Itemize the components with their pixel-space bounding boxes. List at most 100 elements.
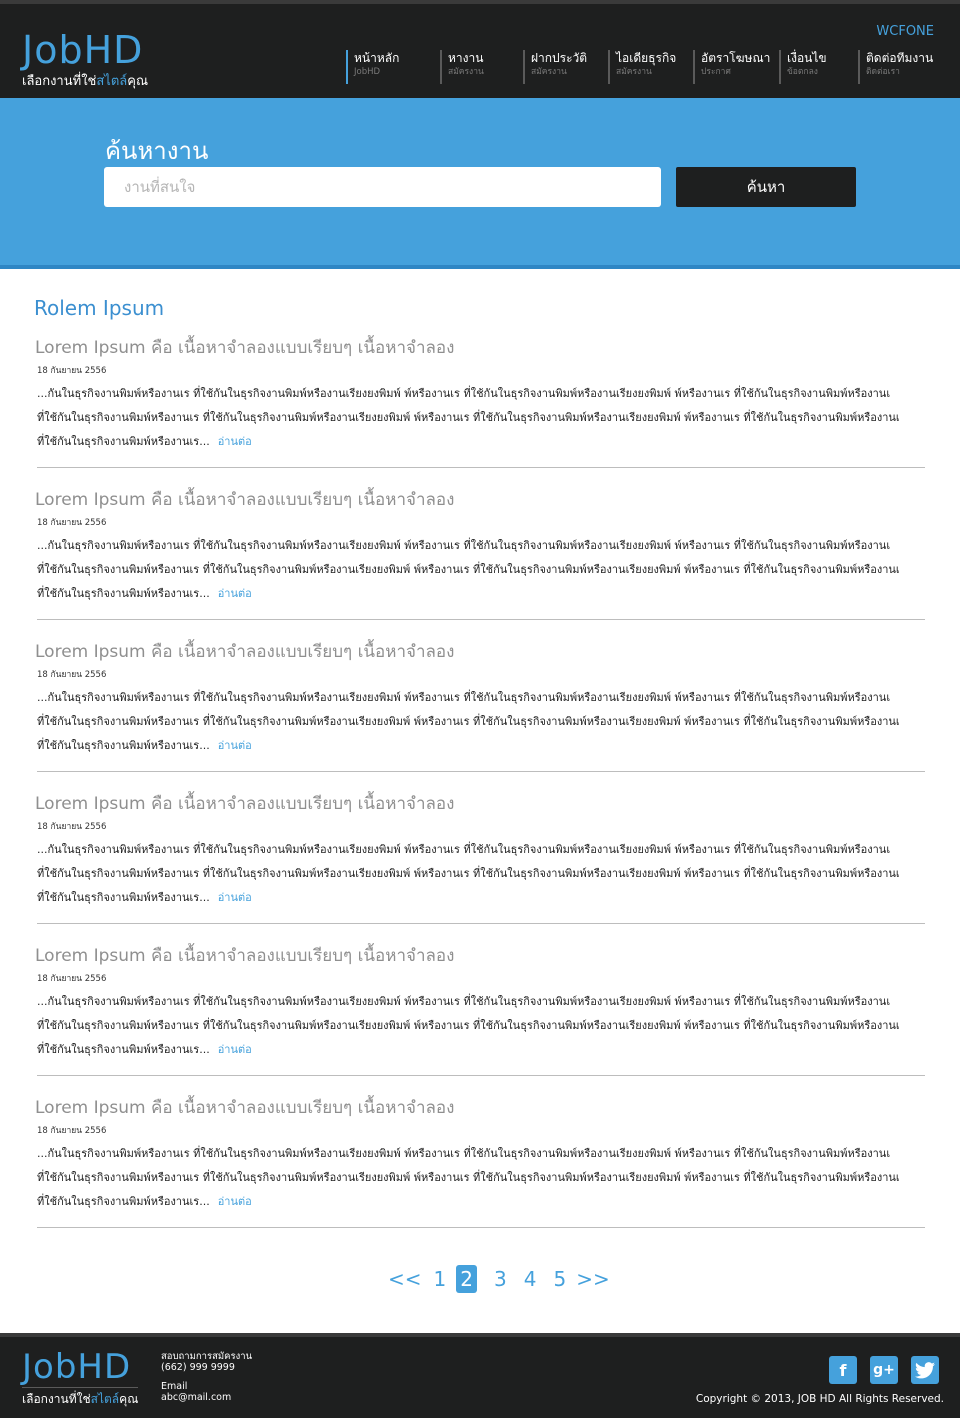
article-excerpt: ...กันในธุรกิจงานพิมพ์หรืองานเร ที่ใช้กั… [37,838,924,910]
nav-item-contact[interactable]: ติดต่อทีมงาน ติดต่อเรา [858,50,933,84]
article-date: 18 กันยายน 2556 [37,822,107,832]
read-more-link[interactable]: อ่านต่อ [218,1195,252,1208]
article-title[interactable]: Lorem Ipsum คือ เนื้อหาจำลองแบบเรียบๆ เน… [35,638,454,665]
read-more-link[interactable]: อ่านต่อ [218,739,252,752]
nav-item-find-jobs[interactable]: หางาน สมัครงาน [440,50,484,84]
excerpt-end: ที่ใช้กันในธุรกิจงานพิมพ์หรืองานเร... [37,435,210,448]
social-links: f g+ [829,1356,939,1384]
copyright: Copyright © 2013, JOB HD All Rights Rese… [695,1393,944,1405]
brand[interactable]: JobHD เลือกงานที่ใช่สไตล์คุณ [22,30,148,91]
logo[interactable]: JobHD [22,30,148,70]
page-2-current[interactable]: 2 [456,1265,477,1293]
footer-logo[interactable]: JobHD [22,1349,138,1385]
page-prev[interactable]: << [388,1265,422,1293]
article-date: 18 กันยายน 2556 [37,366,107,376]
excerpt-line-last: ที่ใช้กันในธุรกิจงานพิมพ์หรืองานเร... อ่า… [37,582,924,606]
tagline-start: เลือกงานที่ใช่ [22,1392,91,1406]
nav-sublabel: ติดต่อเรา [866,67,900,77]
excerpt-end: ที่ใช้กันในธุรกิจงานพิมพ์หรืองานเร... [37,1043,210,1056]
article-item: Lorem Ipsum คือ เนื้อหาจำลองแบบเรียบๆ เน… [35,790,925,924]
contact-phone: (662) 999 9999 [161,1362,235,1373]
footer-contact: สอบถามการสมัครงาน (662) 999 9999 Email a… [161,1351,252,1403]
twitter-icon[interactable] [911,1356,939,1384]
tagline-end: คุณ [119,1392,139,1406]
nav-label: เงื่อนไข [787,51,827,65]
read-more-link[interactable]: อ่านต่อ [218,587,252,600]
read-more-link[interactable]: อ่านต่อ [218,891,252,904]
tagline-end: คุณ [127,74,149,89]
excerpt-end: ที่ใช้กันในธุรกิจงานพิมพ์หรืองานเร... [37,1195,210,1208]
page-3[interactable]: 3 [494,1265,507,1293]
nav-item-terms[interactable]: เงื่อนไข ข้อตกลง [779,50,827,84]
contact-email[interactable]: abc@mail.com [161,1392,252,1403]
footer-tagline: เลือกงานที่ใช่สไตล์คุณ [22,1387,139,1409]
article-item: Lorem Ipsum คือ เนื้อหาจำลองแบบเรียบๆ เน… [35,942,925,1076]
excerpt-end: ที่ใช้กันในธุรกิจงานพิมพ์หรืองานเร... [37,739,210,752]
nav-item-resume[interactable]: ฝากประวัติ สมัครงาน [523,50,587,84]
google-plus-icon[interactable]: g+ [870,1356,898,1384]
search-button[interactable]: ค้นหา [676,167,856,207]
footer-brand[interactable]: JobHD เลือกงานที่ใช่สไตล์คุณ [22,1349,139,1409]
article-title[interactable]: Lorem Ipsum คือ เนื้อหาจำลองแบบเรียบๆ เน… [35,790,454,817]
article-excerpt: ...กันในธุรกิจงานพิมพ์หรืองานเร ที่ใช้กั… [37,382,924,454]
facebook-icon[interactable]: f [829,1356,857,1384]
tagline-start: เลือกงานที่ใช่ [22,74,97,89]
article-date: 18 กันยายน 2556 [37,1126,107,1136]
contact-email-label: Email [161,1381,188,1392]
search-title: ค้นหางาน [105,137,209,165]
nav-sublabel: สมัครงาน [531,67,567,77]
article-item: Lorem Ipsum คือ เนื้อหาจำลองแบบเรียบๆ เน… [35,638,925,772]
article-item: Lorem Ipsum คือ เนื้อหาจำลองแบบเรียบๆ เน… [35,486,925,620]
nav-sublabel: สมัครงาน [448,67,484,77]
nav-sublabel: ประกาศ [701,67,731,77]
nav-item-home[interactable]: หน้าหลัก JobHD [346,50,399,84]
page-1[interactable]: 1 [434,1265,447,1293]
excerpt-line: ที่ใช้กันในธุรกิจงานพิมพ์หรืองานเร ที่ใช… [37,1171,900,1184]
article-title[interactable]: Lorem Ipsum คือ เนื้อหาจำลองแบบเรียบๆ เน… [35,486,454,513]
article-excerpt: ...กันในธุรกิจงานพิมพ์หรืองานเร ที่ใช้กั… [37,534,924,606]
search-band-border [0,265,960,269]
read-more-link[interactable]: อ่านต่อ [218,1043,252,1056]
contact-title: สอบถามการสมัครงาน [161,1351,253,1362]
excerpt-line-last: ที่ใช้กันในธุรกิจงานพิมพ์หรืองานเร... อ่า… [37,1038,924,1062]
excerpt-end: ที่ใช้กันในธุรกิจงานพิมพ์หรืองานเร... [37,891,210,904]
excerpt-line: ...กันในธุรกิจงานพิมพ์หรืองานเร ที่ใช้กั… [37,995,891,1008]
article-date: 18 กันยายน 2556 [37,518,107,528]
article-title[interactable]: Lorem Ipsum คือ เนื้อหาจำลองแบบเรียบๆ เน… [35,334,454,361]
nav-label: อัตราโฆษณา [701,51,771,65]
article-title[interactable]: Lorem Ipsum คือ เนื้อหาจำลองแบบเรียบๆ เน… [35,1094,454,1121]
excerpt-line-last: ที่ใช้กันในธุรกิจงานพิมพ์หรืองานเร... อ่า… [37,734,924,758]
excerpt-line-last: ที่ใช้กันในธุรกิจงานพิมพ์หรืองานเร... อ่า… [37,886,924,910]
excerpt-line: ...กันในธุรกิจงานพิมพ์หรืองานเร ที่ใช้กั… [37,387,891,400]
tagline-highlight: สไตล์ [90,1392,120,1406]
section-title: Rolem Ipsum [34,296,165,320]
article-item: Lorem Ipsum คือ เนื้อหาจำลองแบบเรียบๆ เน… [35,1094,925,1228]
user-link[interactable]: WCFONE [876,24,934,39]
article-excerpt: ...กันในธุรกิจงานพิมพ์หรืองานเร ที่ใช้กั… [37,686,924,758]
page-next[interactable]: >> [576,1265,610,1293]
page-5[interactable]: 5 [553,1265,566,1293]
excerpt-line: ที่ใช้กันในธุรกิจงานพิมพ์หรืองานเร ที่ใช… [37,411,900,424]
nav-sublabel: ข้อตกลง [787,67,818,77]
excerpt-line-last: ที่ใช้กันในธุรกิจงานพิมพ์หรืองานเร... อ่า… [37,430,924,454]
site-footer: JobHD เลือกงานที่ใช่สไตล์คุณ สอบถามการสม… [0,1337,960,1418]
excerpt-line: ที่ใช้กันในธุรกิจงานพิมพ์หรืองานเร ที่ใช… [37,563,900,576]
article-title[interactable]: Lorem Ipsum คือ เนื้อหาจำลองแบบเรียบๆ เน… [35,942,454,969]
article-date: 18 กันยายน 2556 [37,974,107,984]
search-input[interactable] [104,167,661,207]
nav-item-ad-rates[interactable]: อัตราโฆษณา ประกาศ [693,50,770,84]
nav-label: ติดต่อทีมงาน [866,51,934,65]
page-4[interactable]: 4 [524,1265,537,1293]
nav-label: ไอเดียธุรกิจ [616,51,677,65]
twitter-bird-icon [915,1361,935,1378]
excerpt-line: ...กันในธุรกิจงานพิมพ์หรืองานเร ที่ใช้กั… [37,843,891,856]
pagination: << 1 2 3 4 5 >> [388,1265,622,1293]
nav-sublabel: JobHD [354,67,381,77]
site-header: JobHD เลือกงานที่ใช่สไตล์คุณ WCFONE หน้า… [0,4,960,98]
excerpt-line: ที่ใช้กันในธุรกิจงานพิมพ์หรืองานเร ที่ใช… [37,1019,900,1032]
tagline-highlight: สไตล์ [96,74,128,89]
excerpt-line: ...กันในธุรกิจงานพิมพ์หรืองานเร ที่ใช้กั… [37,691,891,704]
read-more-link[interactable]: อ่านต่อ [218,435,252,448]
nav-item-business-ideas[interactable]: ไอเดียธุรกิจ สมัครงาน [608,50,676,84]
tagline: เลือกงานที่ใช่สไตล์คุณ [22,70,148,91]
